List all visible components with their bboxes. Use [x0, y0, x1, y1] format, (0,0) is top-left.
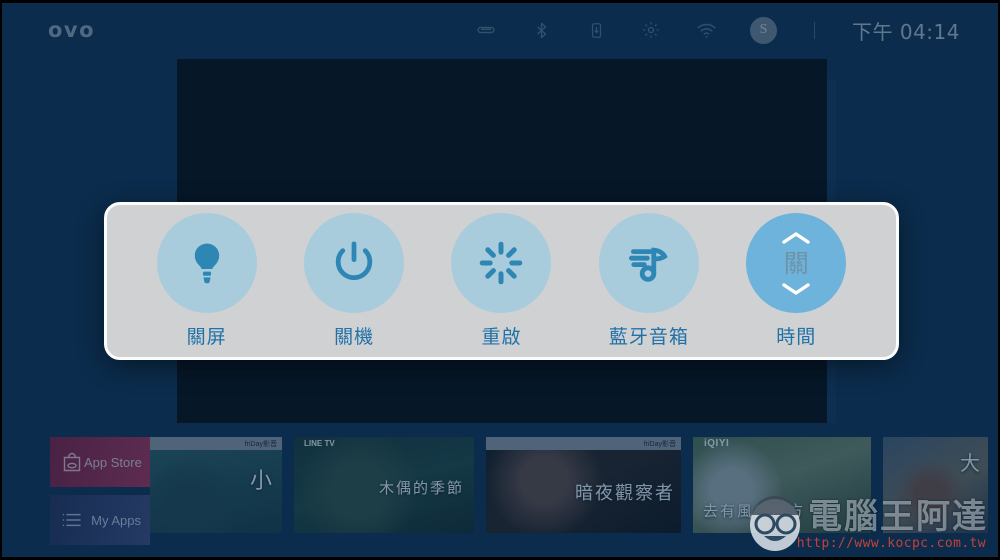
bluetooth-icon[interactable] [530, 19, 552, 41]
content-thumbnail[interactable]: friDay影音 小 [150, 437, 282, 533]
content-thumbnail[interactable]: friDay影音 暗夜觀察者 [486, 437, 681, 533]
thumbnail-provider-bar: LINE TV [294, 437, 474, 450]
chevron-down-icon[interactable] [779, 281, 813, 297]
wifi-icon[interactable] [695, 19, 717, 41]
power-option-shutdown[interactable]: 關機 [295, 213, 413, 349]
content-thumbnail[interactable]: LINE TV 木偶的季節 [294, 437, 474, 533]
thumbnail-title: 小 [249, 468, 274, 493]
option-icon-circle [451, 213, 552, 313]
app-tile-my-apps[interactable]: My Apps [50, 495, 150, 545]
thumbnail-title: 暗夜觀察者 [575, 483, 675, 503]
thumbnail-provider-bar: friDay影音 [486, 437, 681, 450]
status-clock: 下午 04:14 [852, 19, 960, 44]
option-label: 關機 [334, 326, 375, 348]
option-label: 藍牙音箱 [608, 326, 689, 348]
status-divider [814, 21, 815, 39]
app-tile-label: My Apps [91, 512, 141, 528]
content-thumbnail[interactable]: iQIYI 去有風的地方 [693, 437, 871, 533]
avatar[interactable]: S [750, 16, 777, 44]
power-option-bluetooth-speaker[interactable]: 藍牙音箱 [590, 213, 708, 349]
option-icon-circle-selected: 關 [746, 213, 847, 313]
chevron-up-icon[interactable] [779, 230, 813, 246]
option-label: 關屏 [186, 326, 227, 348]
status-icon-tray: S 下午 04:14 [475, 16, 998, 45]
provider-label: friDay影音 [150, 437, 282, 450]
ovo-logo: ovo [48, 18, 96, 42]
power-options-dialog: 關屏 關機 重啟 藍牙音箱 關 時間 [104, 202, 899, 360]
timer-stepper[interactable]: 關 [779, 213, 813, 313]
thumbnail-title: 去有風的地方 [703, 503, 806, 520]
power-option-timer[interactable]: 關 時間 [737, 213, 855, 349]
spinner-icon [477, 239, 525, 287]
usb-storage-icon[interactable] [585, 19, 607, 41]
status-bar: ovo S 下午 04:14 [2, 3, 998, 57]
option-label: 重啟 [481, 326, 522, 348]
thumbnail-provider-bar: friDay影音 [150, 437, 282, 450]
power-icon [329, 238, 379, 288]
app-shortcut-column: App Store My Apps [50, 437, 150, 545]
hdmi-icon[interactable] [475, 19, 497, 41]
provider-label: iQIYI [704, 438, 730, 449]
provider-label: LINE TV [304, 439, 335, 448]
provider-label: friDay影音 [486, 437, 681, 450]
tv-home-screen: ovo S 下午 04:14 App Store My Apps friDay影… [0, 0, 1000, 560]
shopping-bag-icon [60, 450, 84, 474]
option-label: 時間 [776, 326, 817, 348]
option-icon-circle [304, 213, 405, 313]
app-tile-label: App Store [84, 454, 142, 470]
power-option-screen-off[interactable]: 關屏 [148, 213, 266, 349]
content-thumbnail[interactable]: 大 [883, 437, 988, 533]
thumbnail-title: 大 [960, 453, 982, 475]
list-icon [60, 508, 84, 532]
thumbnail-provider-bar: iQIYI [693, 437, 871, 450]
thumbnail-title: 木偶的季節 [378, 480, 464, 497]
option-icon-circle [598, 213, 699, 313]
app-carousel-row: App Store My Apps friDay影音 小 LINE TV 木偶的… [2, 433, 998, 557]
gear-icon[interactable] [640, 19, 662, 41]
music-note-icon [625, 239, 673, 287]
power-option-restart[interactable]: 重啟 [442, 213, 560, 349]
timer-value: 關 [783, 248, 809, 278]
option-icon-circle [156, 213, 257, 313]
app-tile-app-store[interactable]: App Store [50, 437, 150, 487]
lightbulb-icon [183, 239, 231, 287]
